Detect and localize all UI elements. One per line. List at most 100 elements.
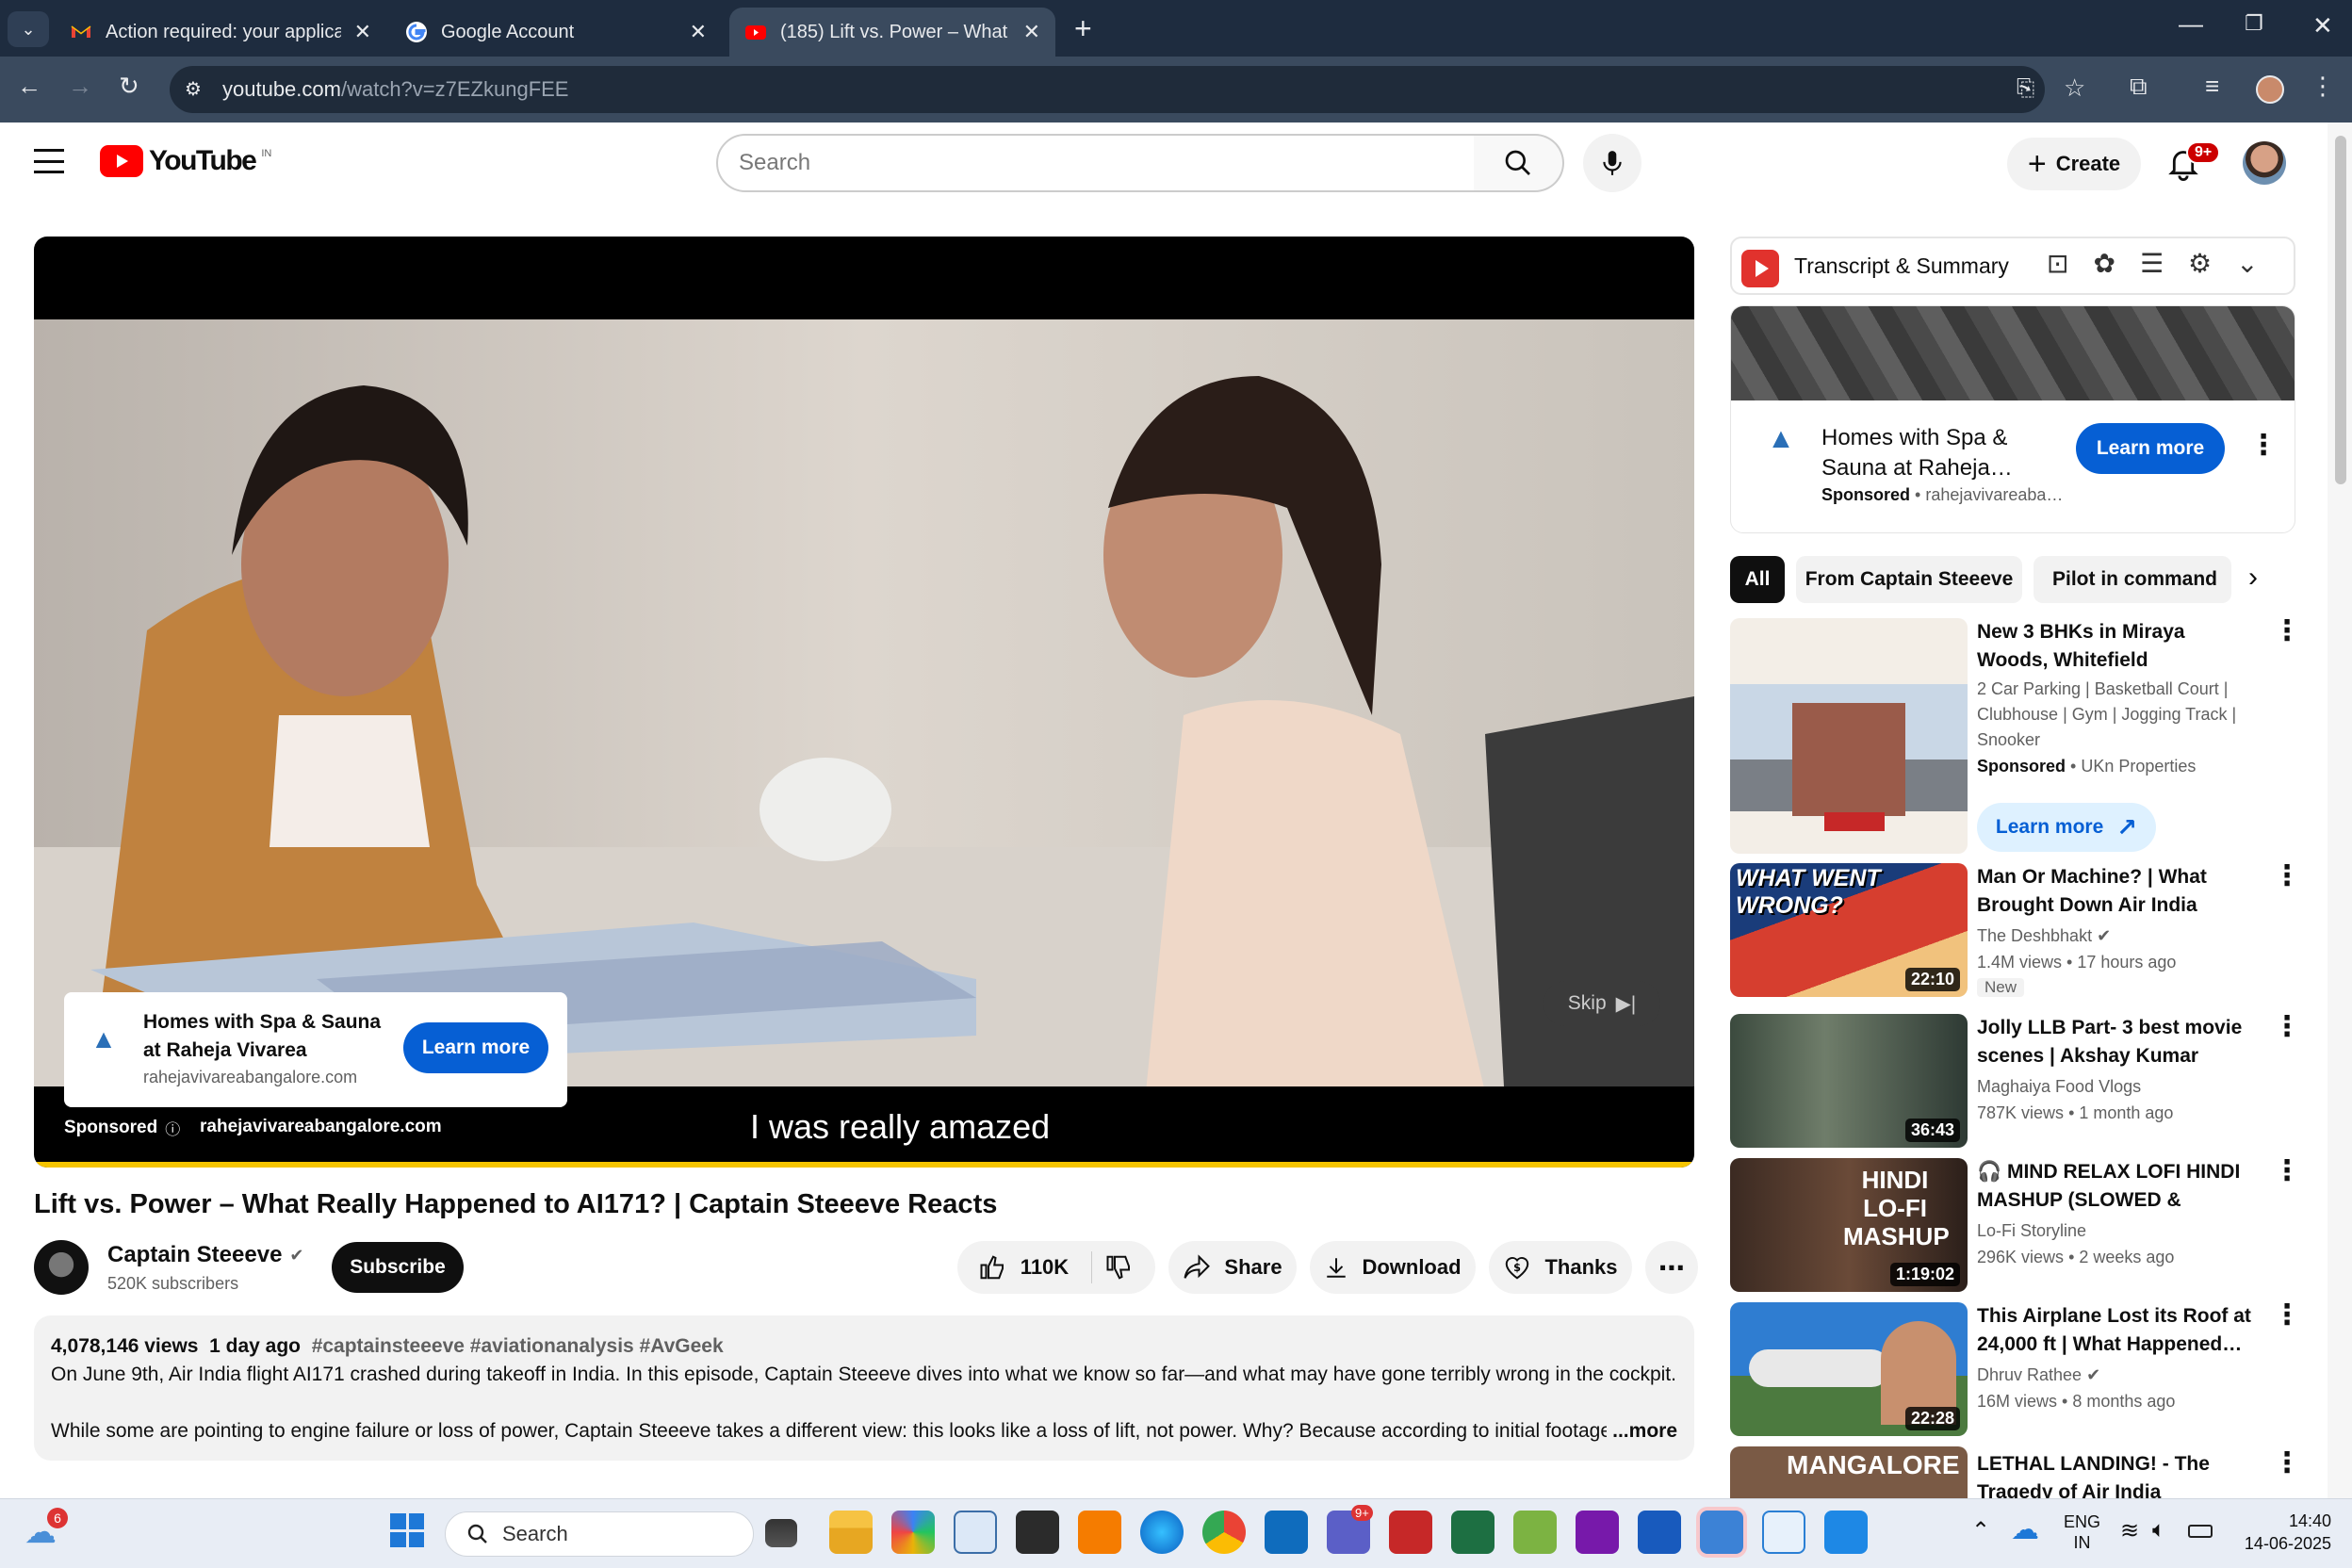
account-avatar[interactable] [2243,141,2286,185]
channel-avatar[interactable] [34,1240,89,1295]
share-button[interactable]: Share [1168,1241,1297,1294]
taskbar-search[interactable]: Search [445,1511,754,1557]
rec-title[interactable]: Jolly LLB Part- 3 best movie scenes | Ak… [1977,1014,2260,1070]
reload-icon[interactable]: ↻ [119,72,139,101]
rec-thumbnail[interactable]: HINDI LO-FI MASHUP 1:19:02 [1730,1158,1968,1292]
rec-menu-icon[interactable]: ⋮ [2273,617,2301,645]
show-more-link[interactable]: ...more [1612,1417,1677,1446]
chatgpt-icon[interactable]: ✿ [2093,248,2115,279]
window-app-icon[interactable] [954,1511,997,1554]
ad-learn-more-button[interactable]: Learn more [403,1022,548,1073]
thanks-button[interactable]: $ Thanks [1489,1241,1632,1294]
youtube-logo[interactable]: YouTube IN [100,145,271,177]
chevron-down-icon[interactable]: ⌄ [2236,248,2258,279]
extensions-icon[interactable]: ⧉ [2130,72,2148,102]
terminal-icon[interactable] [1016,1511,1059,1554]
recommendation-item[interactable]: WHAT WENT WRONG? 22:10 Man Or Machine? |… [1730,862,2301,1001]
file-explorer-icon[interactable] [829,1511,873,1554]
chart-app-icon[interactable] [1513,1511,1557,1554]
more-actions-icon[interactable]: ⋯ [1645,1241,1698,1294]
weather-widget[interactable]: ☁ 6 [24,1508,68,1551]
back-icon[interactable]: ← [17,72,41,101]
rec-menu-icon[interactable]: ⋮ [2273,1301,2301,1330]
photos-icon[interactable] [1824,1511,1868,1554]
sponsored-thumbnail[interactable] [1730,618,1968,854]
chips-next-chevron-icon[interactable]: › [2248,562,2258,594]
create-button[interactable]: + Create [2007,138,2141,190]
security-shield-icon[interactable] [1389,1511,1432,1554]
tab-gmail[interactable]: Action required: your applicatio ✕ [55,8,386,57]
description-box[interactable]: 4,078,146 views 1 day ago #captainsteeev… [34,1315,1694,1461]
clock[interactable]: 14:40 14-06-2025 [2231,1510,2331,1555]
search-input[interactable]: Search [716,134,1476,192]
minimize-icon[interactable]: — [2179,9,2203,39]
rec-learn-more-button[interactable]: Learn more ↗ [1977,803,2156,852]
browser-menu-icon[interactable]: ⋮ [2311,72,2335,101]
outlook-icon[interactable] [1265,1511,1308,1554]
rec-channel[interactable]: Maghaiya Food Vlogs [1977,1074,2141,1099]
rec-title[interactable]: New 3 BHKs in Miraya Woods, Whitefield [1977,618,2260,675]
video-player[interactable]: ▲ Homes with Spa & Sauna at Raheja Vivar… [34,237,1694,1168]
rec-thumbnail[interactable]: 36:43 [1730,1014,1968,1148]
rec-menu-icon[interactable]: ⋮ [2273,1013,2301,1041]
rec-title[interactable]: 🎧 MIND RELAX LOFI HINDI MASHUP (SLOWED &… [1977,1158,2260,1215]
side-ad-menu-icon[interactable]: ⋮ [2249,429,2278,462]
install-app-icon[interactable]: ⎘ [2017,75,2034,102]
hashtags[interactable]: #captainsteeeve #aviationanalysis #AvGee… [312,1335,724,1357]
recommendation-item[interactable]: 36:43 Jolly LLB Part- 3 best movie scene… [1730,1013,2301,1152]
sponsored-recommendation[interactable]: New 3 BHKs in Miraya Woods, Whitefield 2… [1730,617,2301,858]
video-frame[interactable] [34,319,1694,1086]
side-ad-learn-more-button[interactable]: Learn more [2076,423,2225,474]
app-orange-icon[interactable] [1078,1511,1121,1554]
close-window-icon[interactable]: ✕ [2312,11,2333,41]
rec-thumbnail[interactable]: WHAT WENT WRONG? 22:10 [1730,863,1968,997]
chip-pilot-in-command[interactable]: Pilot in command [2034,556,2231,603]
close-tab-icon[interactable]: ✕ [1023,20,1040,44]
battery-icon[interactable] [2188,1525,2213,1538]
edge-icon[interactable] [1140,1511,1184,1554]
microsoft-365-icon[interactable] [891,1511,935,1554]
rec-thumbnail[interactable]: 22:28 [1730,1302,1968,1436]
language-indicator[interactable]: ENG IN [2064,1511,2100,1553]
volume-icon[interactable]: 🔈︎ [2152,1517,2165,1544]
wifi-icon[interactable]: ≋ [2120,1517,2139,1544]
video-ad-overlay[interactable]: ▲ Homes with Spa & Sauna at Raheja Vivar… [64,992,567,1107]
rec-menu-icon[interactable]: ⋮ [2273,1449,2295,1478]
onenote-icon[interactable] [1576,1511,1619,1554]
thumbs-down-icon[interactable] [1105,1253,1134,1282]
close-tab-icon[interactable]: ✕ [690,20,707,44]
remote-desktop-icon[interactable] [1700,1511,1743,1554]
rec-channel[interactable]: The Deshbhakt [1977,926,2092,945]
subscribe-button[interactable]: Subscribe [332,1242,464,1293]
rec-title[interactable]: LETHAL LANDING! - The Tragedy of Air Ind… [1977,1450,2260,1498]
chrome-icon[interactable] [1202,1511,1246,1554]
teams-icon[interactable]: 9+ [1327,1505,1373,1554]
recommendation-item[interactable]: HINDI LO-FI MASHUP 1:19:02 🎧 MIND RELAX … [1730,1157,2301,1296]
chip-all[interactable]: All [1730,556,1785,603]
tab-youtube-video[interactable]: (185) Lift vs. Power – What Reall ✕ [729,8,1055,57]
recommendation-item[interactable]: MANGALORE LETHAL LANDING! - The Tragedy … [1730,1446,2295,1498]
tray-chevron-icon[interactable]: ⌃ [1971,1517,1990,1544]
word-icon[interactable] [1638,1511,1681,1554]
address-bar[interactable]: ⚙ youtube.com/watch?v=z7EZkungFEE ⎘ ☆ [170,66,2085,113]
onedrive-icon[interactable]: ☁ [2011,1513,2039,1546]
rec-title[interactable]: This Airplane Lost its Roof at 24,000 ft… [1977,1302,2260,1359]
download-button[interactable]: Download [1310,1241,1476,1294]
bookmark-star-icon[interactable]: ☆ [2064,74,2085,103]
sidebar-ad-card[interactable]: ▲ Homes with Spa & Sauna at Raheja… Spon… [1730,305,2295,533]
media-control-icon[interactable]: ≡ [2205,72,2219,101]
notifications-button[interactable]: 9+ [2167,141,2221,186]
search-button[interactable] [1474,134,1564,192]
new-tab-button[interactable]: + [1074,11,1092,46]
close-tab-icon[interactable]: ✕ [354,20,371,44]
robot-icon[interactable]: ⊡ [2047,248,2068,279]
excel-icon[interactable] [1451,1511,1494,1554]
recommendation-item[interactable]: 22:28 This Airplane Lost its Roof at 24,… [1730,1301,2301,1440]
task-view-icon[interactable] [765,1519,797,1547]
snipping-tool-icon[interactable] [1762,1511,1805,1554]
rec-title[interactable]: Man Or Machine? | What Brought Down Air … [1977,863,2260,920]
transcript-summary-extension[interactable]: Transcript & Summary ⊡ ✿ ☰ ⚙ ⌄ [1730,237,2295,295]
scrollbar-thumb[interactable] [2335,136,2346,484]
forward-icon[interactable]: → [68,72,92,101]
rec-channel[interactable]: Dhruv Rathee [1977,1365,2082,1384]
